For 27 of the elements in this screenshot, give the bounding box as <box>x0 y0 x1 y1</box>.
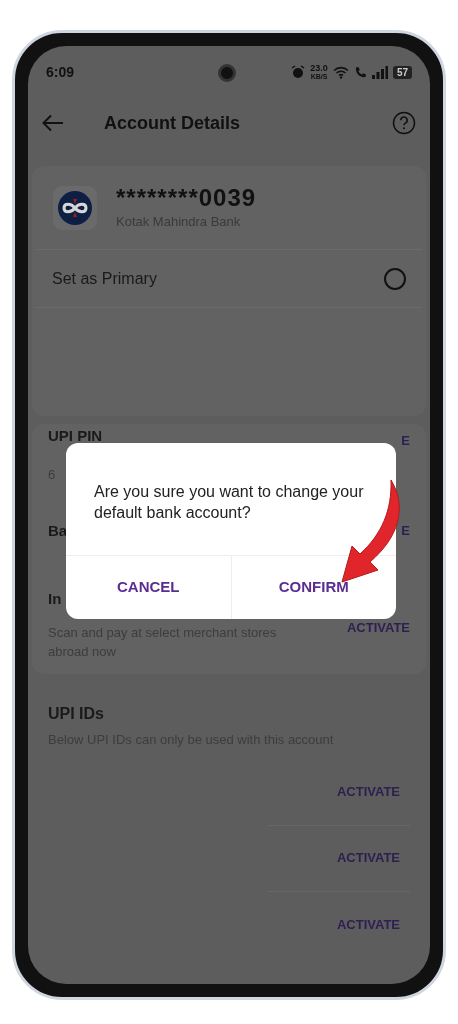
activate-link[interactable]: ACTIVATE <box>336 848 400 868</box>
setting-action[interactable]: E <box>401 521 410 541</box>
call-icon <box>353 65 367 79</box>
cancel-button[interactable]: CANCEL <box>66 556 231 619</box>
help-icon[interactable] <box>392 111 416 135</box>
page-title: Account Details <box>104 111 241 135</box>
activate-link[interactable]: ACTIVATE <box>336 782 400 802</box>
signal-icon <box>371 65 388 79</box>
camera-icon <box>218 64 236 82</box>
setting-title: Ba <box>48 520 68 541</box>
status-time: 6:09 <box>46 62 75 82</box>
account-number: ********0039 <box>116 183 257 212</box>
dialog-message: Are you sure you want to change your default bank account? <box>94 482 365 523</box>
setting-action[interactable]: ACTIVATE <box>346 618 410 674</box>
wifi-icon <box>332 65 349 79</box>
primary-label: Set as Primary <box>52 268 157 289</box>
battery-icon: 57 <box>392 65 412 79</box>
activate-link[interactable]: ACTIVATE <box>336 914 400 935</box>
primary-radio[interactable] <box>384 267 406 290</box>
network-speed: 23.0 <box>310 64 328 73</box>
setting-title: UPI PIN <box>48 426 103 446</box>
back-arrow-icon[interactable] <box>42 114 64 132</box>
setting-action[interactable]: E <box>401 431 410 496</box>
bank-logo <box>52 184 98 231</box>
section-title: UPI IDs <box>48 704 105 724</box>
setting-title: In <box>48 589 62 609</box>
alarm-icon <box>291 65 306 79</box>
